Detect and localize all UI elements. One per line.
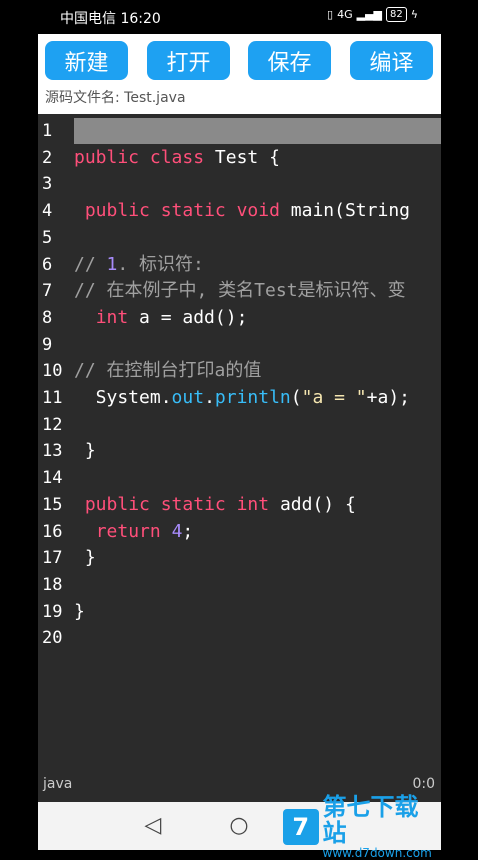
- line-number: 7: [42, 281, 53, 302]
- code-text[interactable]: }: [74, 599, 85, 625]
- code-line[interactable]: 13 }: [38, 438, 441, 464]
- watermark: 7 第七下载站 www.d7down.com: [283, 794, 441, 860]
- line-number: 3: [42, 174, 53, 195]
- new-button[interactable]: 新建: [45, 41, 128, 80]
- code-line[interactable]: 7 // 在本例子中, 类名Test是标识符、变: [38, 278, 441, 304]
- source-filename: 源码文件名: Test.java: [45, 90, 186, 106]
- code-text[interactable]: int a = add();: [74, 305, 248, 331]
- code-line[interactable]: 20: [38, 625, 441, 651]
- code-text[interactable]: // 在控制台打印a的值: [74, 358, 261, 384]
- code-line[interactable]: 10 // 在控制台打印a的值: [38, 358, 441, 384]
- code-line[interactable]: 17 }: [38, 545, 441, 571]
- code-text[interactable]: // 在本例子中, 类名Test是标识符、变: [74, 278, 406, 304]
- battery-icon: 82: [386, 7, 407, 22]
- save-button[interactable]: 保存: [248, 41, 331, 80]
- line-number: 2: [42, 147, 53, 168]
- code-line[interactable]: 5: [38, 225, 441, 251]
- status-icons: ▯ 4G ▂▄▆ 82 ϟ: [327, 7, 418, 22]
- code-line[interactable]: 1: [38, 118, 441, 144]
- watermark-url: www.d7down.com: [322, 846, 432, 860]
- line-number: 1: [42, 121, 53, 141]
- code-line[interactable]: 12: [38, 412, 441, 438]
- home-icon[interactable]: ○: [224, 810, 254, 840]
- cursor-position: 0:0: [412, 776, 435, 792]
- code-text[interactable]: System.out.println("a = "+a);: [74, 385, 410, 411]
- language-label: java: [43, 776, 73, 792]
- code-line[interactable]: 9: [38, 332, 441, 358]
- code-line[interactable]: 15 public static int add() {: [38, 492, 441, 518]
- status-bar: 中国电信 16:20 ▯ 4G ▂▄▆ 82 ϟ: [0, 0, 478, 34]
- vibrate-icon: ▯: [327, 8, 334, 21]
- code-text[interactable]: return 4;: [74, 519, 194, 545]
- line-number: 10: [42, 361, 63, 382]
- toolbar: 新建 打开 保存 编译 源码文件名: Test.java: [38, 34, 441, 114]
- line-number: 13: [42, 441, 63, 462]
- code-line[interactable]: 19}: [38, 599, 441, 625]
- line-number: 8: [42, 307, 53, 328]
- code-line[interactable]: 11 System.out.println("a = "+a);: [38, 385, 441, 411]
- line-number: 4: [42, 201, 53, 222]
- line-number: 15: [42, 494, 63, 515]
- line-number: 14: [42, 468, 63, 489]
- charging-icon: ϟ: [410, 8, 418, 21]
- code-text[interactable]: public class Test {: [74, 145, 280, 171]
- line-number: 16: [42, 521, 63, 542]
- code-line[interactable]: 14: [38, 465, 441, 491]
- line-number: 6: [42, 254, 53, 275]
- signal-icon: ▂▄▆: [356, 8, 382, 21]
- app-window: 新建 打开 保存 编译 源码文件名: Test.java 1 2 public cl…: [38, 34, 441, 860]
- line-number: 18: [42, 574, 63, 595]
- line-number: 9: [42, 334, 53, 355]
- code-line[interactable]: 8 int a = add();: [38, 305, 441, 331]
- open-button[interactable]: 打开: [147, 41, 230, 80]
- compile-button[interactable]: 编译: [350, 41, 433, 80]
- code-text[interactable]: }: [74, 545, 96, 571]
- code-editor[interactable]: 1 2 public class Test {3 4 public static vo…: [38, 114, 441, 772]
- code-text[interactable]: }: [74, 438, 96, 464]
- line-number: 20: [42, 628, 63, 649]
- line-number: 11: [42, 388, 63, 408]
- line-number: 12: [42, 414, 63, 435]
- back-icon[interactable]: ◁: [138, 810, 168, 840]
- network-type: 4G: [337, 8, 353, 21]
- current-line-highlight: [74, 118, 441, 144]
- code-line[interactable]: 3: [38, 171, 441, 197]
- line-number: 19: [42, 601, 63, 622]
- watermark-logo: 7: [283, 809, 319, 845]
- code-text[interactable]: public static int add() {: [74, 492, 356, 518]
- code-text[interactable]: // 1. 标识符:: [74, 252, 204, 278]
- code-line[interactable]: 16 return 4;: [38, 519, 441, 545]
- code-text[interactable]: public static void main(String: [74, 198, 410, 224]
- code-line[interactable]: 2 public class Test {: [38, 145, 441, 171]
- code-line[interactable]: 4 public static void main(String: [38, 198, 441, 224]
- code-line[interactable]: 18: [38, 572, 441, 598]
- status-carrier-time: 中国电信 16:20: [60, 11, 161, 27]
- watermark-title: 第七下载站: [322, 793, 419, 847]
- code-line[interactable]: 6 // 1. 标识符:: [38, 252, 441, 278]
- line-number: 5: [42, 227, 53, 248]
- navigation-bar: ◁ ○ 7 第七下载站 www.d7down.com: [38, 794, 441, 860]
- line-number: 17: [42, 548, 63, 569]
